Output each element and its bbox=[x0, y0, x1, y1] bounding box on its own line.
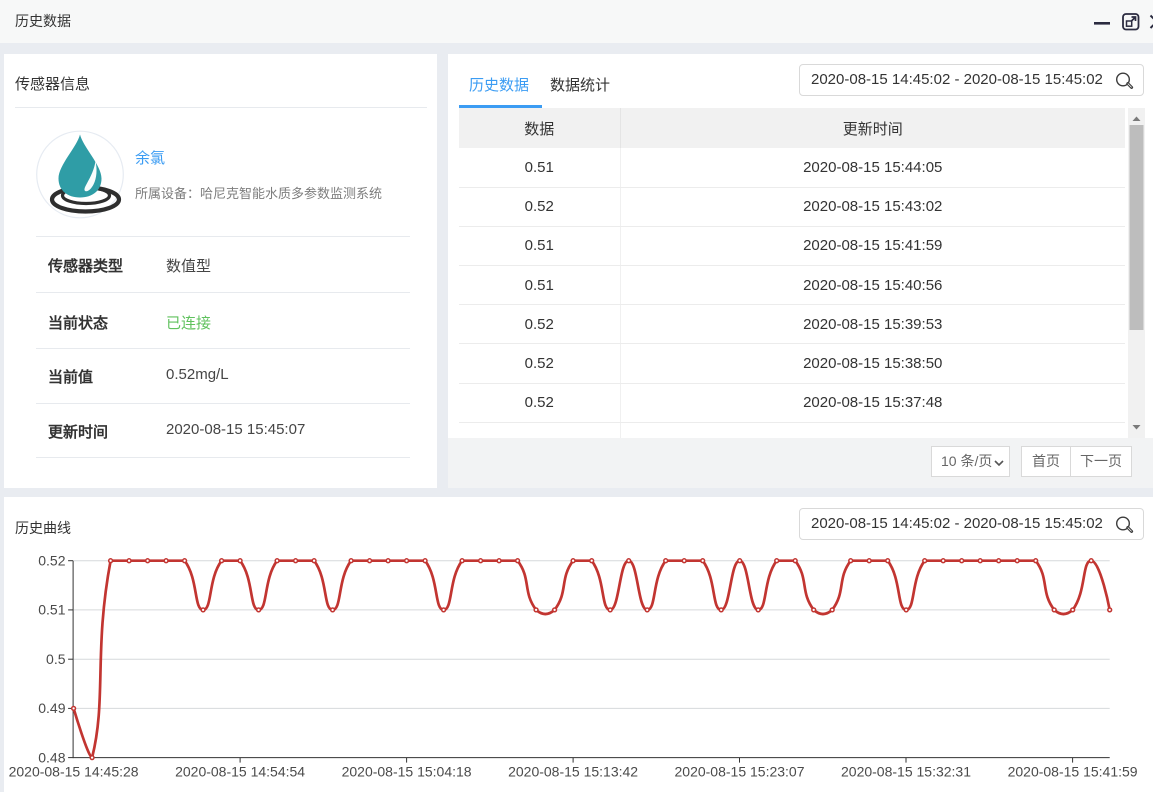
svg-text:2020-08-15 14:54:54: 2020-08-15 14:54:54 bbox=[175, 764, 305, 780]
svg-text:0.5: 0.5 bbox=[46, 651, 66, 667]
svg-text:2020-08-15 15:23:07: 2020-08-15 15:23:07 bbox=[675, 764, 805, 780]
svg-text:0.52: 0.52 bbox=[38, 553, 65, 569]
svg-text:2020-08-15 15:32:31: 2020-08-15 15:32:31 bbox=[841, 764, 971, 780]
svg-text:0.51: 0.51 bbox=[38, 602, 65, 618]
svg-text:2020-08-15 15:41:59: 2020-08-15 15:41:59 bbox=[1008, 764, 1138, 780]
svg-text:2020-08-15 14:45:28: 2020-08-15 14:45:28 bbox=[9, 764, 139, 780]
svg-text:2020-08-15 15:13:42: 2020-08-15 15:13:42 bbox=[508, 764, 638, 780]
svg-text:2020-08-15 15:04:18: 2020-08-15 15:04:18 bbox=[342, 764, 472, 780]
svg-text:0.49: 0.49 bbox=[38, 700, 65, 716]
